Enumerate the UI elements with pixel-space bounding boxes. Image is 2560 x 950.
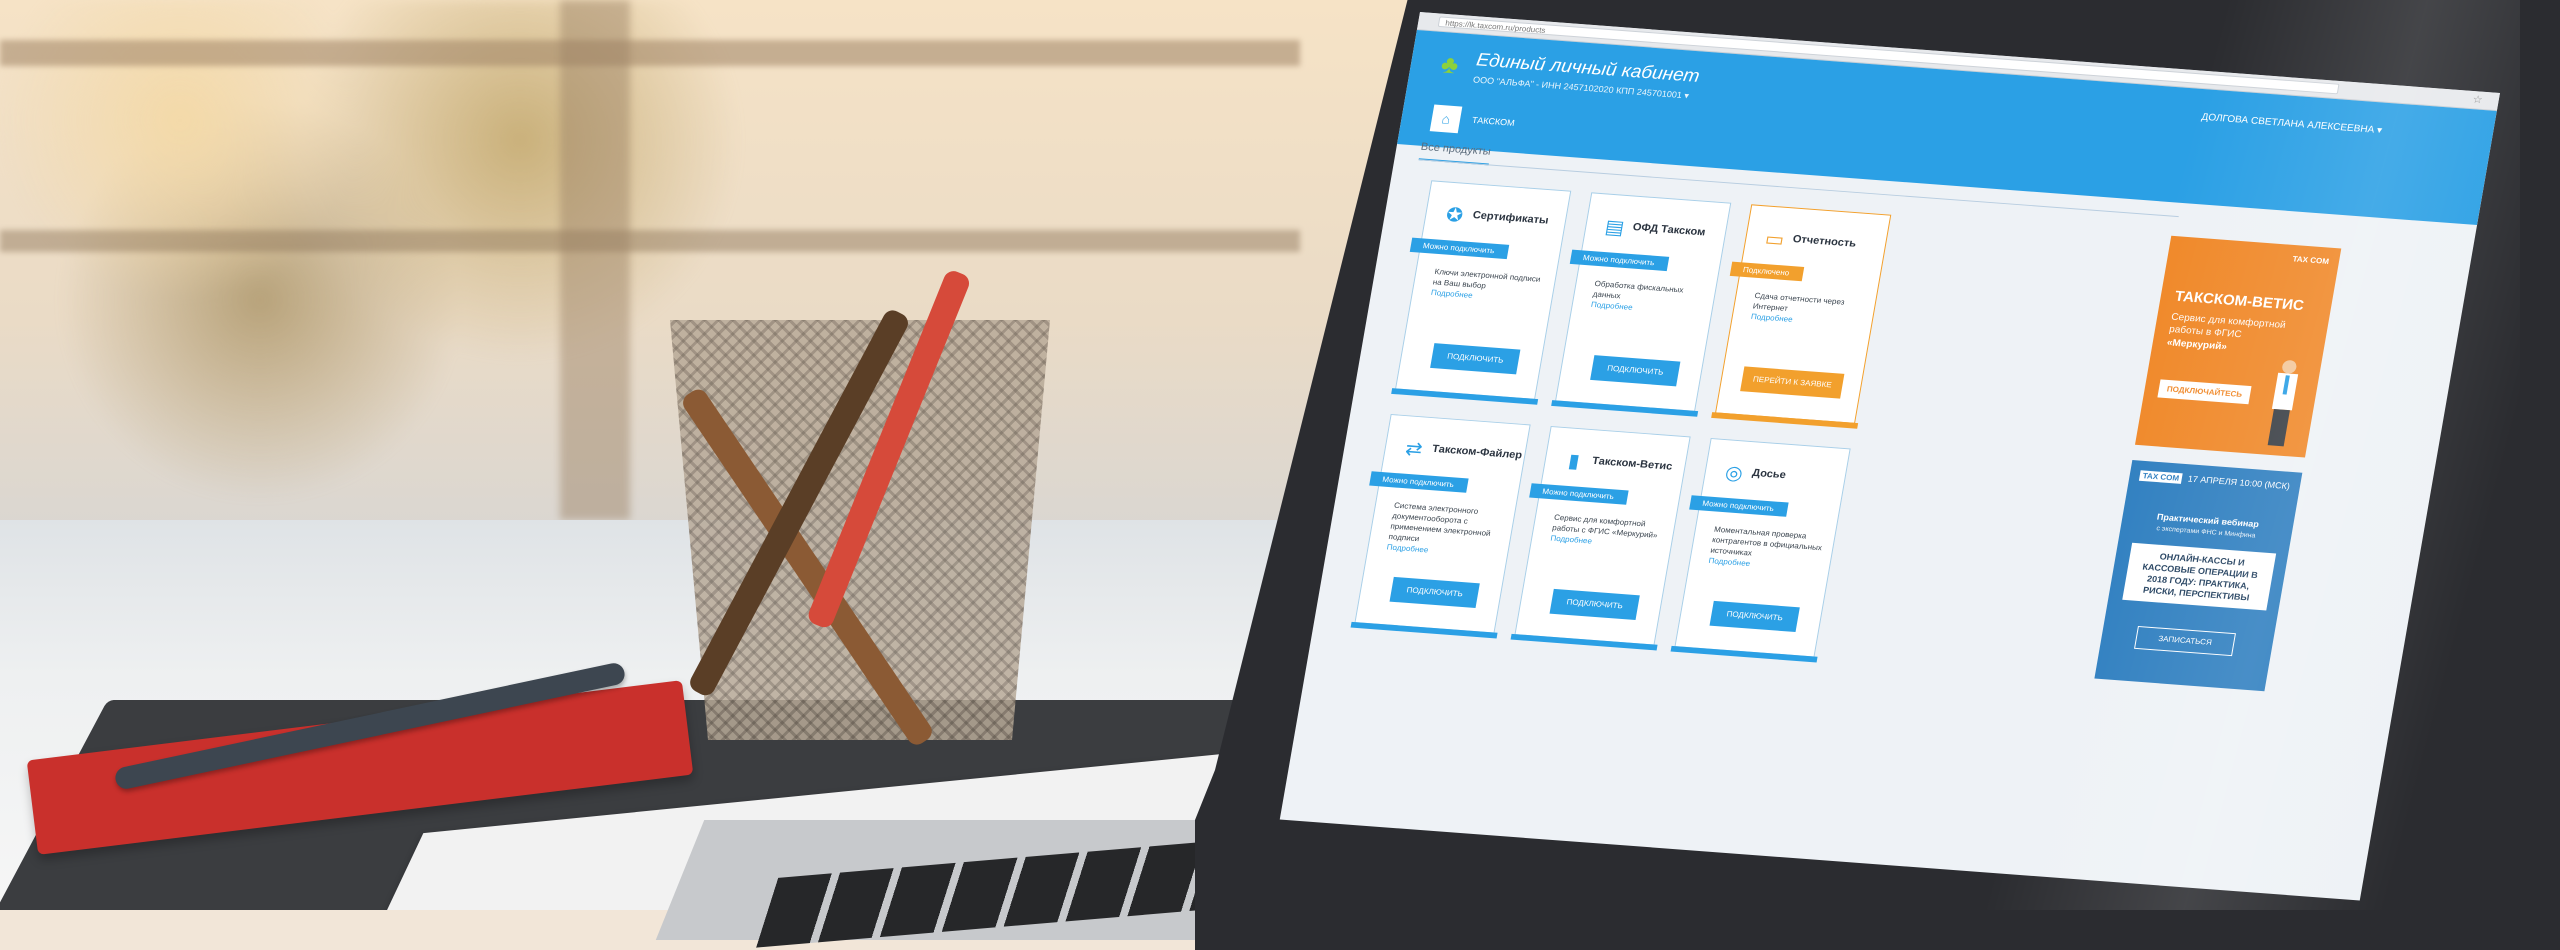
card-description: Система электронного документооборота с … xyxy=(1386,500,1505,560)
connect-button[interactable]: ПОДКЛЮЧИТЬ xyxy=(1590,355,1681,387)
card-title: Досье xyxy=(1751,467,1787,482)
register-button[interactable]: ЗАПИСАТЬСЯ xyxy=(2134,625,2236,657)
connect-button[interactable]: ПОДКЛЮЧИТЬ xyxy=(1709,600,1800,633)
railing-top xyxy=(0,40,1300,66)
card-bottom-bar xyxy=(1350,621,1498,639)
card-description: Обработка фискальных данных Подробнее xyxy=(1590,278,1705,318)
product-card-certificates: ✪ Сертификаты Можно подключить Ключи эле… xyxy=(1391,180,1572,405)
card-bottom-bar xyxy=(1391,388,1539,405)
card-title: Такском-Файлер xyxy=(1431,443,1523,462)
status-ribbon: Можно подключить xyxy=(1529,483,1630,505)
certificate-icon: ✪ xyxy=(1444,204,1465,227)
status-ribbon: Можно подключить xyxy=(1369,471,1470,493)
card-desc-text: Моментальная проверка контрагентов в офи… xyxy=(1709,524,1823,558)
status-ribbon: Можно подключить xyxy=(1569,249,1670,272)
card-desc-text: Ключи электронной подписи на Ваш выбор xyxy=(1432,267,1542,291)
product-card-vetis: ▮ Такском-Ветис Можно подключить Сервис … xyxy=(1510,426,1691,651)
file-exchange-icon: ⇄ xyxy=(1403,438,1425,461)
details-link[interactable]: Подробнее xyxy=(1590,299,1702,318)
monitor-icon: ▭ xyxy=(1763,228,1786,251)
document-icon: ▮ xyxy=(1566,450,1582,473)
card-bottom-bar xyxy=(1510,633,1658,651)
railing-bottom xyxy=(0,230,1300,252)
laptop-screen: https://lk.taxcom.ru/products ☆ ♣ Единый… xyxy=(1279,12,2500,901)
details-link[interactable]: Подробнее xyxy=(1750,311,1862,330)
product-card-reporting: ▭ Отчетность Подключено Сдача отчетности… xyxy=(1711,204,1892,429)
dossier-icon: ◎ xyxy=(1723,462,1745,485)
businessman-illustration xyxy=(2263,359,2304,447)
vetis-promo-banner[interactable]: TAX COM ТАКСКОМ-ВЕТИС Сервис для комфорт… xyxy=(2134,235,2342,458)
card-description: Моментальная проверка контрагентов в офи… xyxy=(1708,524,1825,574)
go-to-application-button[interactable]: ПЕРЕЙТИ К ЗАЯВКЕ xyxy=(1740,366,1845,399)
nav-taxcom-link[interactable]: ТАКСКОМ xyxy=(1471,115,1515,128)
connect-button[interactable]: ПОДКЛЮЧИТЬ xyxy=(1430,343,1521,375)
card-title: Сертификаты xyxy=(1471,209,1550,227)
webinar-topic: ОНЛАЙН-КАССЫ И КАССОВЫЕ ОПЕРАЦИИ В 2018 … xyxy=(2122,542,2277,611)
card-desc-text: Система электронного документооборота с … xyxy=(1387,500,1492,544)
promo-connect-button[interactable]: ПОДКЛЮЧАЙТЕСЬ xyxy=(2157,379,2252,405)
card-desc-text: Сдача отчетности через Интернет xyxy=(1752,291,1846,313)
product-card-ofd: ▤ ОФД Такском Можно подключить Обработка… xyxy=(1551,192,1732,417)
promo-title: ТАКСКОМ-ВЕТИС xyxy=(2173,288,2306,314)
details-link[interactable]: Подробнее xyxy=(1430,287,1542,306)
connect-button[interactable]: ПОДКЛЮЧИТЬ xyxy=(1549,588,1640,621)
promo-highlight: «Меркурий» xyxy=(2165,337,2228,353)
card-title: Отчетность xyxy=(1791,233,1858,250)
taxcom-logo: TAX COM xyxy=(2291,254,2330,266)
status-ribbon: Можно подключить xyxy=(1689,495,1790,517)
webinar-promo-banner[interactable]: TAX COM 17 АПРЕЛЯ 10:00 (МСК) Практическ… xyxy=(2094,460,2303,692)
status-ribbon: Подключено xyxy=(1729,261,1805,282)
product-card-filer: ⇄ Такском-Файлер Можно подключить Систем… xyxy=(1350,414,1531,639)
card-description: Ключи электронной подписи на Ваш выбор П… xyxy=(1430,266,1545,306)
home-icon[interactable]: ⌂ xyxy=(1429,104,1463,134)
card-bottom-bar xyxy=(1670,645,1818,663)
status-ribbon: Можно подключить xyxy=(1409,237,1510,260)
tree-logo-icon: ♣ xyxy=(1438,49,1461,80)
connect-button[interactable]: ПОДКЛЮЧИТЬ xyxy=(1389,576,1480,609)
card-title: Такском-Ветис xyxy=(1591,455,1674,473)
card-bottom-bar xyxy=(1711,412,1859,429)
card-title: ОФД Такском xyxy=(1631,221,1707,239)
cash-register-icon: ▤ xyxy=(1603,216,1626,239)
webinar-date: 17 АПРЕЛЯ 10:00 (МСК) xyxy=(2186,473,2291,491)
details-link[interactable]: Подробнее xyxy=(1386,542,1498,561)
bookmark-star-icon[interactable]: ☆ xyxy=(2472,93,2484,106)
user-menu[interactable]: ДОЛГОВА СВЕТЛАНА АЛЕКСЕЕВНА ▾ xyxy=(2201,112,2383,136)
details-link[interactable]: Подробнее xyxy=(1708,555,1820,574)
railing-post xyxy=(560,0,630,520)
taxcom-logo: TAX COM xyxy=(2138,470,2183,484)
product-card-dossier: ◎ Досье Можно подключить Моментальная пр… xyxy=(1670,438,1851,663)
card-desc-text: Обработка фискальных данных xyxy=(1592,279,1685,301)
card-description: Сдача отчетности через Интернет Подробне… xyxy=(1750,290,1865,330)
card-description: Сервис для комфортной работы с ФГИС «Мер… xyxy=(1550,512,1665,552)
card-bottom-bar xyxy=(1551,400,1699,417)
